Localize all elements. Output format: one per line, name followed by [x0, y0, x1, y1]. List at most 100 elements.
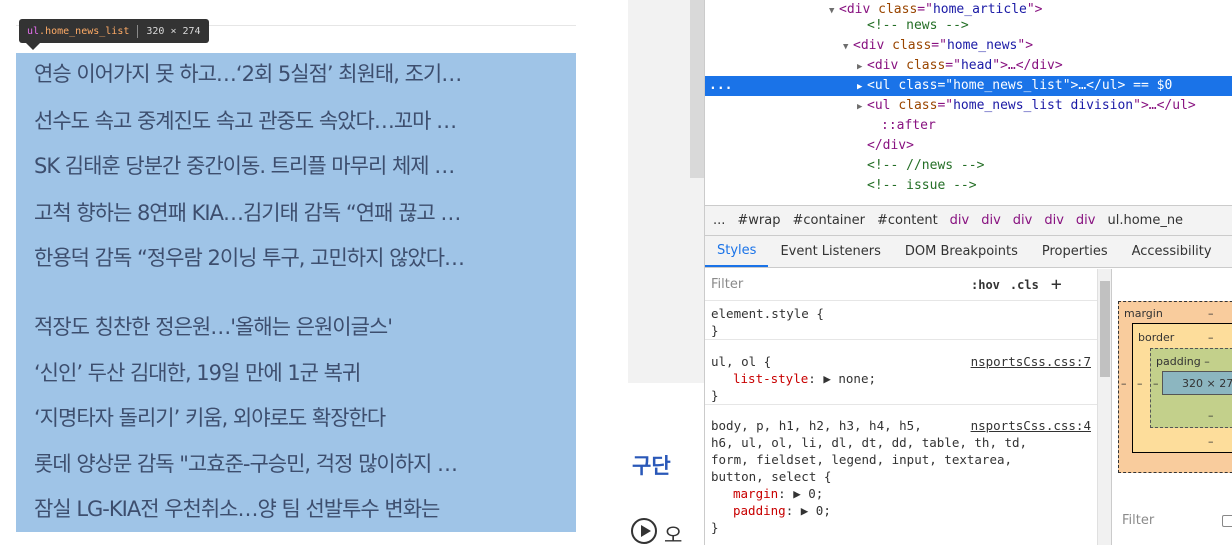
box-model-pane: margin – border – padding – 320 × 274 – … — [1111, 269, 1232, 545]
css-property-name[interactable]: padding — [733, 503, 786, 518]
dom-node[interactable]: </div> — [705, 136, 1232, 156]
styles-filter-bar: :hov .cls + — [705, 269, 1097, 301]
breadcrumb-item[interactable]: ... — [713, 213, 725, 228]
element-inspect-tooltip: ul .home_news_list 320 × 274 — [19, 19, 209, 43]
rule-source-link[interactable]: nsportsCss.css:7 — [971, 353, 1091, 370]
breadcrumb-item[interactable]: div — [1076, 213, 1096, 228]
section-title-partial[interactable]: 구단 — [632, 450, 671, 480]
dom-token-tag: =" — [937, 78, 954, 93]
styles-tabs: Styles Event Listeners DOM Breakpoints Prop… — [705, 236, 1232, 268]
tab-accessibility[interactable]: Accessibility — [1120, 236, 1224, 267]
news-item[interactable]: 선수도 속고 중계진도 속고 관중도 속았다…꼬마 … — [34, 108, 569, 134]
dom-token-attr: class — [898, 78, 938, 93]
styles-scrollbar-thumb[interactable] — [1100, 281, 1110, 377]
rule-close: } — [711, 388, 719, 403]
news-item[interactable]: 잠실 LG-KIA전 우천취소…양 팀 선발투수 변화는 — [34, 496, 569, 522]
expand-triangle-icon[interactable]: ▶ — [857, 77, 867, 97]
border-value[interactable]: – — [1208, 331, 1214, 344]
cls-toggle-button[interactable]: .cls — [1010, 278, 1039, 292]
dom-token-tag: =" — [945, 58, 961, 73]
dom-node[interactable]: <!-- news --> — [705, 16, 1232, 36]
tab-dom-breakpoints[interactable]: DOM Breakpoints — [893, 236, 1030, 267]
news-item[interactable]: 적장도 칭찬한 정은원…'올해는 은원이글스' — [34, 314, 569, 340]
dom-node[interactable]: ▶ <ul class="home_news_list division">…</… — [705, 96, 1232, 116]
dom-node[interactable]: <!-- issue --> — [705, 176, 1232, 196]
news-item[interactable]: 연승 이어가지 못 하고…‘2회 5실점’ 최원태, 조기… — [34, 61, 569, 87]
colon: : ▶ — [785, 503, 816, 518]
margin-value[interactable]: – — [1208, 307, 1214, 320]
css-property-value[interactable]: 0; — [808, 486, 823, 501]
rule-selector[interactable]: h6, ul, ol, li, dl, dt, dd, table, th, t… — [705, 434, 1097, 451]
padding-bottom-value[interactable]: – — [1208, 409, 1214, 422]
breadcrumb-item[interactable]: div — [950, 213, 970, 228]
dom-node[interactable]: ▶ <div class="head">…</div> — [705, 56, 1232, 76]
rule-selector[interactable]: element.style { — [705, 305, 1097, 322]
padding-label: padding – — [1156, 355, 1210, 368]
dom-token-pseudo: ::after — [881, 118, 936, 133]
dom-node[interactable]: ▼ <div class="home_news"> — [705, 36, 1232, 56]
expand-triangle-icon[interactable]: ▶ — [857, 97, 867, 117]
breadcrumb-item[interactable]: div — [1044, 213, 1064, 228]
dom-token-val: home_news_list — [953, 78, 1063, 93]
node-actions-icon[interactable]: ... — [709, 76, 732, 96]
news-item[interactable]: SK 김태훈 당분간 중간이동. 트리플 마무리 체제 … — [34, 153, 569, 179]
padding-left-value[interactable]: – — [1153, 377, 1159, 390]
news-item[interactable]: 롯데 양상문 감독 "고효준-구승민, 걱정 많이하지 … — [34, 451, 569, 477]
breadcrumb-item[interactable]: #wrap — [737, 213, 780, 228]
page-scrollbar[interactable] — [690, 0, 704, 178]
dom-token-val: home_news_list division — [953, 98, 1134, 113]
dom-node[interactable]: <!-- //news --> — [705, 156, 1232, 176]
new-style-rule-button[interactable]: + — [1051, 274, 1062, 295]
styles-filter-input[interactable] — [711, 273, 961, 296]
dom-token-tag: ">…</ul> — [1133, 98, 1196, 113]
expand-triangle-icon[interactable]: ▶ — [857, 57, 867, 77]
play-icon[interactable] — [631, 518, 657, 544]
border-left-value[interactable]: – — [1137, 377, 1143, 390]
computed-filter-label[interactable]: Filter — [1122, 513, 1154, 528]
news-item[interactable]: ‘신인’ 두산 김대한, 19일 만에 1군 복귀 — [34, 360, 569, 386]
dom-token-val: home_article — [932, 2, 1027, 17]
tab-styles[interactable]: Styles — [705, 236, 769, 267]
dom-node-selected[interactable]: ... ▶ <ul class="home_news_list">…</ul> ==… — [705, 76, 1232, 96]
styles-pane: :hov .cls + element.style { } ul, ol { n… — [705, 269, 1111, 545]
dom-token-tag: </div> — [867, 138, 914, 153]
rule-selector[interactable]: button, select { — [705, 468, 1097, 485]
rule-selector[interactable]: form, fieldset, legend, input, textarea, — [705, 451, 1097, 468]
breadcrumb-item[interactable]: #container — [793, 213, 866, 228]
breadcrumb-item[interactable]: div — [1013, 213, 1033, 228]
dom-token-tag: <div — [839, 2, 879, 17]
dom-token-val: head — [960, 58, 993, 73]
margin-left-value[interactable]: – — [1121, 377, 1127, 390]
css-property-name[interactable]: margin — [733, 486, 778, 501]
tooltip-dimensions: 320 × 274 — [146, 25, 201, 37]
dom-breadcrumb: ... #wrap #container #content div div div div di… — [705, 205, 1232, 236]
show-all-checkbox[interactable] — [1222, 515, 1232, 527]
ul-ol-rule: ul, ol { nsportsCss.css:7 list-style: ▶ … — [705, 353, 1097, 405]
news-item[interactable]: 고척 향하는 8연패 KIA…김기태 감독 “연패 끊고 … — [34, 200, 569, 226]
dom-token-comment: <!-- //news --> — [867, 158, 985, 173]
rule-selector[interactable]: body, p, h1, h2, h3, h4, h5, — [711, 418, 922, 433]
css-property-value[interactable]: 0; — [816, 503, 831, 518]
breadcrumb-item[interactable]: ul.home_ne — [1107, 213, 1183, 228]
tab-event-listeners[interactable]: Event Listeners — [768, 236, 892, 267]
content-size[interactable]: 320 × 274 — [1182, 377, 1232, 390]
styles-scrollbar[interactable] — [1097, 269, 1111, 545]
news-item[interactable]: 한용덕 감독 “정우람 2이닝 투구, 고민하지 않았다… — [34, 245, 569, 271]
tab-properties[interactable]: Properties — [1030, 236, 1120, 267]
rule-source-link[interactable]: nsportsCss.css:4 — [971, 417, 1091, 434]
collapse-triangle-icon[interactable]: ▼ — [843, 37, 853, 57]
colon: : ▶ — [778, 486, 809, 501]
video-title-partial[interactable]: 오 — [664, 519, 682, 545]
dom-token-comment: <!-- issue --> — [867, 178, 977, 193]
breadcrumb-item[interactable]: #content — [877, 213, 938, 228]
hov-toggle-button[interactable]: :hov — [971, 278, 1000, 292]
border-bottom-value[interactable]: – — [1208, 435, 1214, 448]
rule-selector[interactable]: ul, ol { — [711, 354, 771, 369]
css-property-name[interactable]: list-style — [733, 371, 808, 386]
dom-node[interactable]: ::after — [705, 116, 1232, 136]
breadcrumb-item[interactable]: div — [981, 213, 1001, 228]
css-property-value[interactable]: none; — [838, 371, 876, 386]
dom-token-tag: <div — [853, 38, 893, 53]
news-item[interactable]: ‘지명타자 돌리기’ 키움, 외야로도 확장한다 — [34, 405, 569, 431]
dom-token-tag: ">…</div> — [992, 58, 1063, 73]
